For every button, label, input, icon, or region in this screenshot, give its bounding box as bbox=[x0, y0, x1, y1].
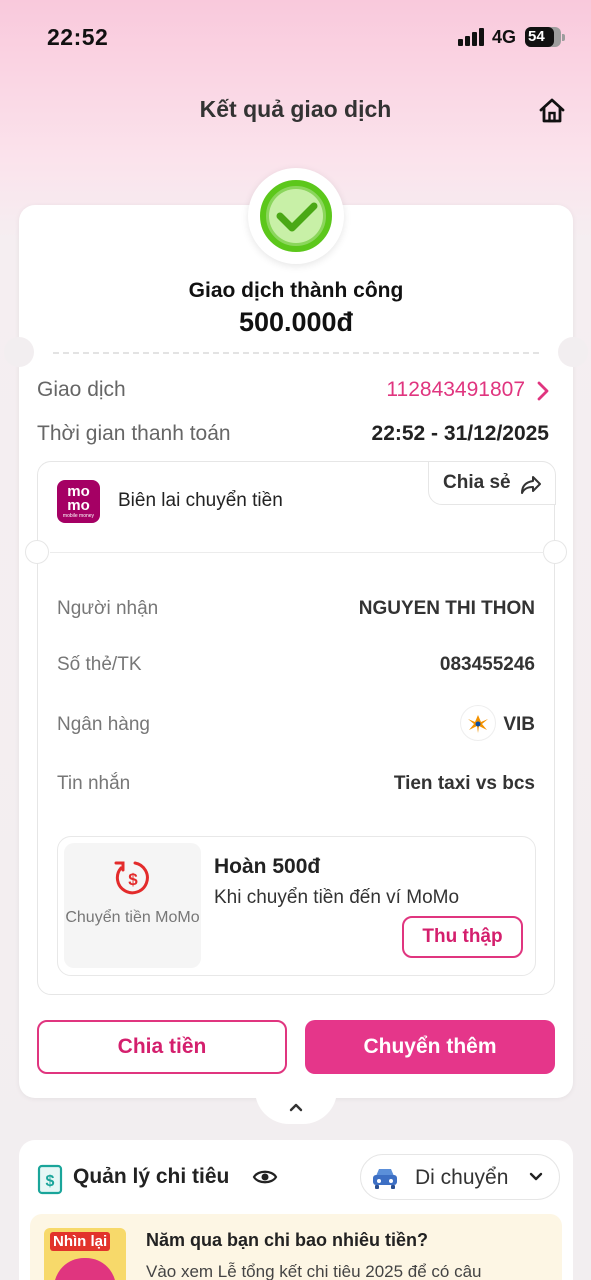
card-notch-left bbox=[4, 337, 34, 367]
collapse-button[interactable] bbox=[255, 1090, 337, 1124]
promo-badge: Nhìn lại bbox=[50, 1232, 111, 1251]
transfer-receipt: mo mo mobile money Biên lai chuyển tiền … bbox=[25, 461, 567, 995]
transfer-more-button[interactable]: Chuyển thêm bbox=[305, 1020, 555, 1074]
battery-level: 54 bbox=[528, 28, 545, 45]
receipt-notch-right bbox=[543, 540, 567, 564]
split-money-button[interactable]: Chia tiền bbox=[37, 1020, 287, 1074]
receipt-title: Biên lai chuyển tiền bbox=[118, 490, 283, 511]
money-transfer-icon: $ bbox=[114, 861, 149, 895]
share-icon bbox=[521, 476, 541, 494]
network-type: 4G bbox=[492, 27, 517, 47]
collect-button[interactable]: Thu thập bbox=[402, 916, 523, 958]
message-label: Tin nhắn bbox=[57, 773, 131, 794]
page-title: Kết quả giao dịch bbox=[199, 96, 392, 122]
chevron-up-icon bbox=[289, 1103, 303, 1112]
message-value: Tien taxi vs bcs bbox=[393, 773, 535, 794]
svg-text:$: $ bbox=[46, 1173, 55, 1190]
transaction-id-link[interactable]: 112843491807 bbox=[386, 378, 525, 402]
category-dropdown[interactable]: Di chuyển bbox=[360, 1154, 560, 1200]
receipt-divider bbox=[50, 552, 544, 553]
amount: 500.000đ bbox=[238, 307, 354, 337]
cashback-title: Hoàn 500đ bbox=[214, 855, 321, 878]
cashback-offer: $ Chuyển tiền MoMo Hoàn 500đ Khi chuyển … bbox=[57, 836, 536, 976]
home-icon bbox=[539, 98, 565, 123]
transaction-label: Giao dịch bbox=[37, 378, 126, 401]
share-button[interactable]: Chia sẻ bbox=[428, 461, 556, 505]
share-label: Chia sẻ bbox=[443, 472, 511, 493]
status-time: 22:52 bbox=[47, 24, 109, 50]
promo-subtitle: Vào xem Lễ tổng kết chi tiêu 2025 để có … bbox=[146, 1262, 482, 1280]
account-value: 083455246 bbox=[439, 654, 535, 675]
chevron-down-icon bbox=[529, 1172, 543, 1181]
success-check-icon bbox=[260, 180, 332, 252]
signal-icon bbox=[458, 28, 486, 46]
year-review-thumbnail: Nhìn lại bbox=[44, 1228, 126, 1280]
category-label: Di chuyển bbox=[415, 1166, 509, 1189]
wallet-dollar-icon: $ bbox=[37, 1164, 63, 1195]
year-review-banner[interactable]: Nhìn lại Năm qua bạn chi bao nhiêu tiền?… bbox=[30, 1214, 562, 1280]
eye-icon[interactable] bbox=[252, 1167, 278, 1187]
bank-value: VIB bbox=[503, 714, 535, 735]
bank-label: Ngân hàng bbox=[57, 714, 150, 735]
payment-time-label: Thời gian thanh toán bbox=[37, 422, 231, 445]
momo-logo-text: mo mo bbox=[67, 483, 90, 514]
cashback-icon-label: Chuyển tiền MoMo bbox=[65, 909, 200, 926]
spending-card: $ Quản lý chi tiêu Di chuyển Nhìn lại Nă… bbox=[19, 1140, 573, 1280]
receipt-notch-left bbox=[25, 540, 49, 564]
svg-text:$: $ bbox=[128, 870, 138, 889]
cashback-icon-box: $ Chuyển tiền MoMo bbox=[64, 843, 201, 968]
spending-title: Quản lý chi tiêu bbox=[73, 1165, 230, 1188]
home-button[interactable] bbox=[537, 96, 567, 126]
payment-time-value: 22:52 - 31/12/2025 bbox=[371, 422, 549, 445]
momo-logo: mo mo mobile money bbox=[57, 480, 100, 523]
dashed-divider bbox=[53, 352, 539, 354]
account-label: Số thẻ/TK bbox=[57, 654, 142, 675]
status-title: Giao dịch thành công bbox=[188, 279, 404, 302]
recipient-value: NGUYEN THI THON bbox=[358, 598, 535, 619]
car-icon bbox=[373, 1169, 397, 1189]
battery-icon: 54 bbox=[525, 27, 565, 47]
card-notch-right bbox=[558, 337, 588, 367]
status-bar: 22:52 4G 54 bbox=[0, 0, 591, 76]
cashback-subtitle: Khi chuyển tiền đến ví MoMo bbox=[214, 887, 460, 908]
promo-title: Năm qua bạn chi bao nhiêu tiền? bbox=[146, 1230, 429, 1250]
recipient-label: Người nhận bbox=[57, 598, 159, 619]
chevron-right-icon[interactable] bbox=[535, 380, 551, 402]
transaction-result-card: Giao dịch thành công 500.000đ Giao dịch … bbox=[4, 168, 588, 1098]
momo-logo-subtext: mobile money bbox=[62, 513, 95, 519]
success-badge bbox=[248, 168, 344, 264]
vib-bank-icon bbox=[460, 705, 496, 741]
